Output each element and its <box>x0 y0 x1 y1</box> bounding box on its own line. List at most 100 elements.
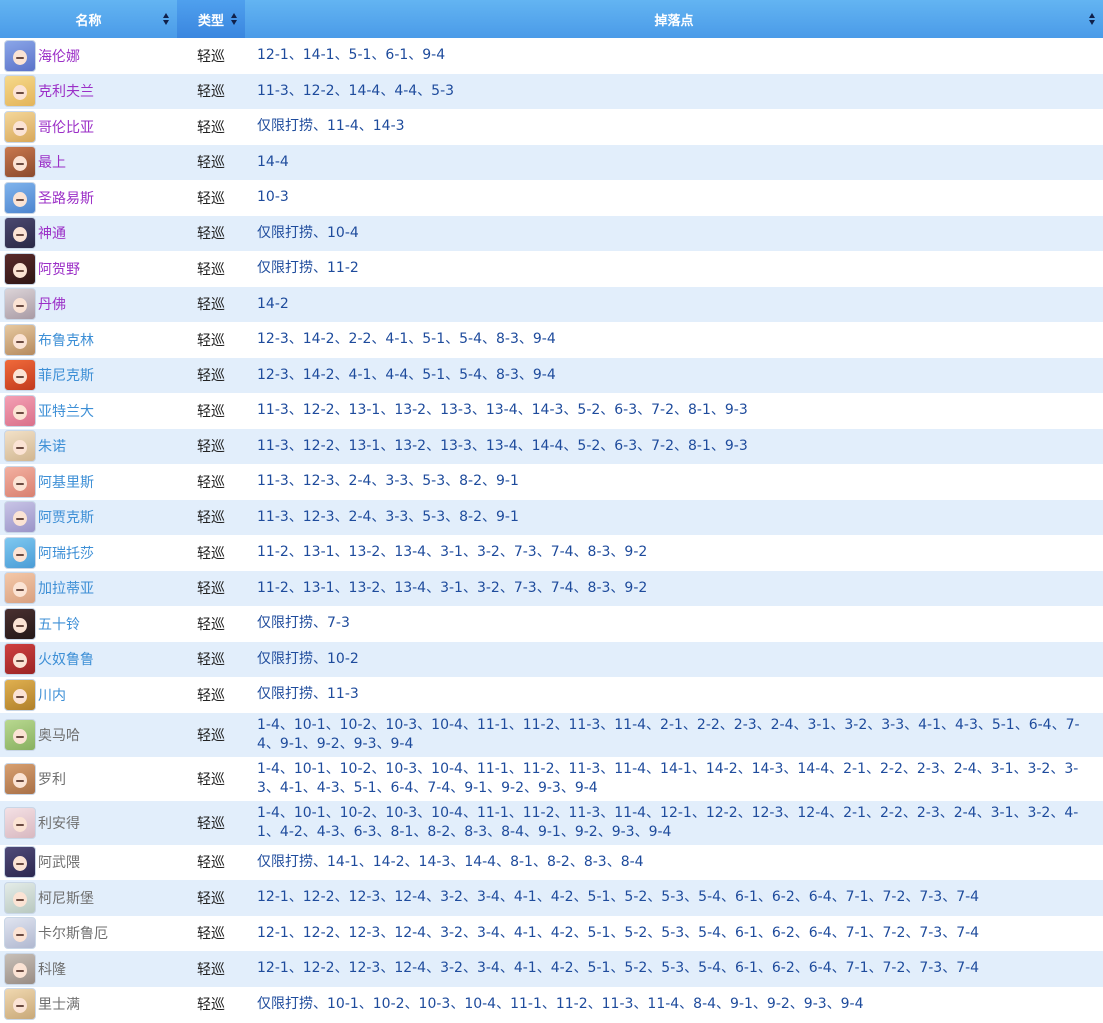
ship-name-link[interactable]: 科隆 <box>38 959 66 979</box>
ship-avatar-icon[interactable] <box>4 394 36 427</box>
ship-name-link[interactable]: 阿贾克斯 <box>38 507 94 527</box>
ship-name-link[interactable]: 川内 <box>38 685 66 705</box>
drop-locations: 仅限打捞、10-2 <box>257 650 359 667</box>
sort-icon[interactable] <box>163 13 170 25</box>
name-cell: 亚特兰大 <box>0 393 177 429</box>
drop-locations: 14-4 <box>257 153 289 170</box>
table-row: 里士满 轻巡 仅限打捞、10-1、10-2、10-3、10-4、11-1、11-2、… <box>0 986 1103 1023</box>
sort-icon[interactable] <box>231 13 238 25</box>
name-cell: 哥伦比亚 <box>0 109 177 145</box>
drop-locations: 11-3、12-2、14-4、4-4、5-3 <box>257 82 455 99</box>
table-row: 朱诺 轻巡 11-3、12-2、13-1、13-2、13-3、13-4、14-4、5… <box>0 428 1103 464</box>
table-row: 阿贺野 轻巡 仅限打捞、11-2 <box>0 251 1103 287</box>
ship-name-link[interactable]: 海伦娜 <box>38 46 80 66</box>
ship-avatar-icon[interactable] <box>4 718 36 751</box>
table-row: 阿贾克斯 轻巡 11-3、12-3、2-4、3-3、5-3、8-2、9-1 <box>0 499 1103 536</box>
table-row: 哥伦比亚 轻巡 仅限打捞、11-4、14-3 <box>0 109 1103 145</box>
ship-avatar-icon[interactable] <box>4 643 36 676</box>
ship-avatar-icon[interactable] <box>4 536 36 569</box>
ship-name-link[interactable]: 阿基里斯 <box>38 472 94 492</box>
ship-type: 轻巡 <box>197 510 225 527</box>
ship-type: 轻巡 <box>197 48 225 65</box>
drop-locations: 12-3、14-2、4-1、4-4、5-1、5-4、8-3、9-4 <box>257 366 556 383</box>
ship-name-link[interactable]: 哥伦比亚 <box>38 117 94 137</box>
column-header-name[interactable]: 名称 <box>0 0 177 38</box>
ship-name-link[interactable]: 五十铃 <box>38 614 80 634</box>
ship-avatar-icon[interactable] <box>4 146 36 179</box>
name-cell: 里士满 <box>0 987 177 1023</box>
name-cell: 布鲁克林 <box>0 322 177 358</box>
name-cell: 阿贾克斯 <box>0 500 177 536</box>
table-row: 柯尼斯堡 轻巡 12-1、12-2、12-3、12-4、3-2、3-4、4-1、4-… <box>0 880 1103 916</box>
drop-locations: 12-1、12-2、12-3、12-4、3-2、3-4、4-1、4-2、5-1、… <box>257 960 980 977</box>
ship-avatar-icon[interactable] <box>4 881 36 914</box>
ship-avatar-icon[interactable] <box>4 806 36 839</box>
drop-locations: 11-2、13-1、13-2、13-4、3-1、3-2、7-3、7-4、8-3、… <box>257 544 648 561</box>
ship-avatar-icon[interactable] <box>4 465 36 498</box>
ship-avatar-icon[interactable] <box>4 181 36 214</box>
sort-icon[interactable] <box>1089 13 1096 25</box>
ship-name-link[interactable]: 菲尼克斯 <box>38 365 94 385</box>
ship-name-link[interactable]: 朱诺 <box>38 436 66 456</box>
table-row: 阿武隈 轻巡 仅限打捞、14-1、14-2、14-3、14-4、8-1、8-2、8-… <box>0 844 1103 880</box>
drop-locations: 11-2、13-1、13-2、13-4、3-1、3-2、7-3、7-4、8-3、… <box>257 579 648 596</box>
ship-avatar-icon[interactable] <box>4 607 36 640</box>
name-cell: 川内 <box>0 677 177 713</box>
ship-name-link[interactable]: 亚特兰大 <box>38 401 94 421</box>
ship-avatar-icon[interactable] <box>4 252 36 285</box>
ship-avatar-icon[interactable] <box>4 359 36 392</box>
table-row: 阿瑞托莎 轻巡 11-2、13-1、13-2、13-4、3-1、3-2、7-3、7-… <box>0 535 1103 571</box>
ship-name-link[interactable]: 柯尼斯堡 <box>38 888 94 908</box>
ship-name-link[interactable]: 阿瑞托莎 <box>38 543 94 563</box>
ship-name-link[interactable]: 利安得 <box>38 813 80 833</box>
ship-name-link[interactable]: 罗利 <box>38 769 66 789</box>
ship-name-link[interactable]: 最上 <box>38 152 66 172</box>
ship-avatar-icon[interactable] <box>4 572 36 605</box>
column-header-type[interactable]: 类型 <box>177 0 245 38</box>
drop-locations: 11-3、12-2、13-1、13-2、13-3、13-4、14-3、5-2、6… <box>257 402 748 419</box>
name-cell: 五十铃 <box>0 606 177 642</box>
drop-locations: 11-3、12-3、2-4、3-3、5-3、8-2、9-1 <box>257 508 519 525</box>
name-cell: 最上 <box>0 145 177 181</box>
name-cell: 柯尼斯堡 <box>0 880 177 916</box>
ship-avatar-icon[interactable] <box>4 430 36 463</box>
ship-type: 轻巡 <box>197 961 225 978</box>
ship-avatar-icon[interactable] <box>4 75 36 108</box>
ship-name-link[interactable]: 圣路易斯 <box>38 188 94 208</box>
table-row: 神通 轻巡 仅限打捞、10-4 <box>0 215 1103 251</box>
column-header-drops-label: 掉落点 <box>654 13 694 29</box>
ship-avatar-icon[interactable] <box>4 501 36 534</box>
ship-name-link[interactable]: 里士满 <box>38 994 80 1014</box>
ship-avatar-icon[interactable] <box>4 846 36 879</box>
ship-name-link[interactable]: 卡尔斯鲁厄 <box>38 923 108 943</box>
drop-locations: 14-2 <box>257 295 289 312</box>
ship-name-link[interactable]: 丹佛 <box>38 294 66 314</box>
ship-name-link[interactable]: 火奴鲁鲁 <box>38 649 94 669</box>
drop-locations: 仅限打捞、11-4、14-3 <box>257 118 405 135</box>
ship-type: 轻巡 <box>197 297 225 314</box>
ship-name-link[interactable]: 阿武隈 <box>38 852 80 872</box>
ship-avatar-icon[interactable] <box>4 917 36 950</box>
ship-avatar-icon[interactable] <box>4 217 36 250</box>
ship-avatar-icon[interactable] <box>4 288 36 321</box>
drop-locations: 仅限打捞、7-3 <box>257 615 350 632</box>
ship-type: 轻巡 <box>197 190 225 207</box>
ship-name-link[interactable]: 加拉蒂亚 <box>38 578 94 598</box>
ship-name-link[interactable]: 神通 <box>38 223 66 243</box>
ship-type: 轻巡 <box>197 368 225 385</box>
ship-name-link[interactable]: 阿贺野 <box>38 259 80 279</box>
ship-name-link[interactable]: 布鲁克林 <box>38 330 94 350</box>
ship-type: 轻巡 <box>197 997 225 1014</box>
column-header-drops[interactable]: 掉落点 <box>245 0 1103 38</box>
ship-avatar-icon[interactable] <box>4 762 36 795</box>
ship-avatar-icon[interactable] <box>4 110 36 143</box>
ship-avatar-icon[interactable] <box>4 952 36 985</box>
ship-avatar-icon[interactable] <box>4 323 36 356</box>
ship-avatar-icon[interactable] <box>4 988 36 1021</box>
ship-name-link[interactable]: 克利夫兰 <box>38 81 94 101</box>
ship-avatar-icon[interactable] <box>4 39 36 72</box>
drop-locations: 11-3、12-2、13-1、13-2、13-3、13-4、14-4、5-2、6… <box>257 437 748 454</box>
ship-avatar-icon[interactable] <box>4 678 36 711</box>
name-cell: 丹佛 <box>0 287 177 323</box>
ship-name-link[interactable]: 奥马哈 <box>38 725 80 745</box>
